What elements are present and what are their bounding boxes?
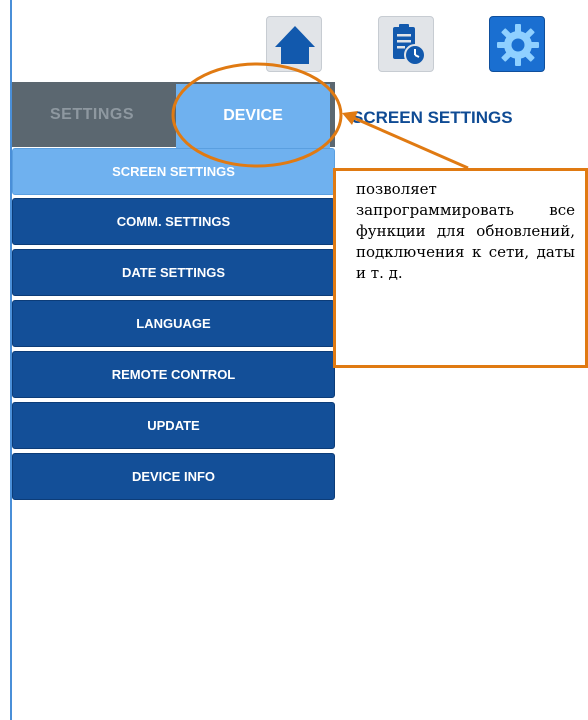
callout-arrow-line [353, 116, 469, 170]
annotation-callout: позволяет запрограммировать все функции … [333, 168, 588, 368]
highlight-ellipse [171, 62, 343, 168]
